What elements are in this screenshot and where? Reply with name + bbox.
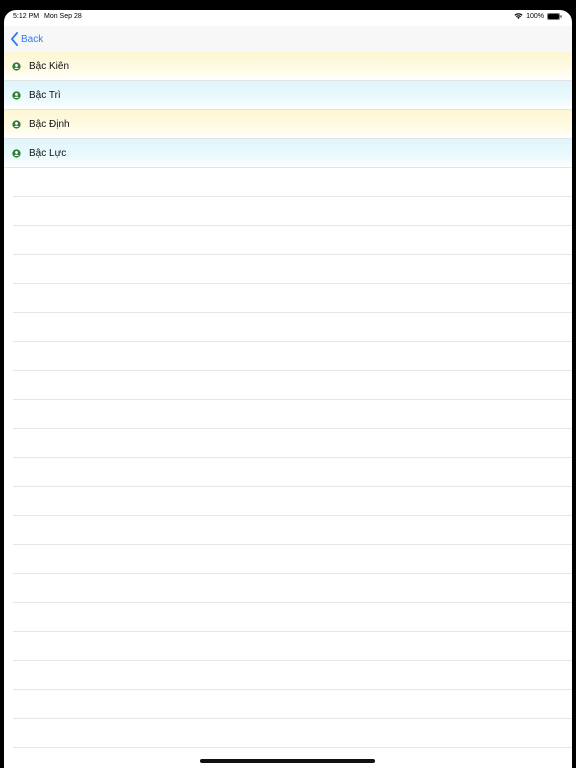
chevron-left-icon: [11, 32, 18, 46]
person-badge-icon: [12, 119, 21, 129]
empty-row: [4, 719, 572, 748]
empty-row: [4, 661, 572, 690]
person-badge-icon: [12, 90, 21, 100]
empty-row: [4, 632, 572, 661]
status-date: Mon Sep 28: [44, 13, 82, 20]
list-item-label: Bậc Trì: [29, 89, 61, 101]
empty-row: [4, 487, 572, 516]
person-badge-icon: [12, 61, 21, 71]
empty-row: [4, 168, 572, 197]
list-item[interactable]: Bậc Định: [4, 110, 572, 139]
empty-row: [4, 429, 572, 458]
status-bar: 5:12 PM Mon Sep 28 100%: [4, 10, 572, 26]
empty-row: [4, 574, 572, 603]
empty-row: [4, 342, 572, 371]
empty-row: [4, 255, 572, 284]
person-badge-icon: [12, 148, 21, 158]
level-list: Bậc Kiên Bậc Trì Bậc Định Bậc Lực: [4, 52, 572, 748]
empty-row: [4, 458, 572, 487]
battery-icon: [547, 12, 562, 20]
wifi-icon: [514, 13, 523, 19]
empty-row: [4, 284, 572, 313]
empty-row: [4, 226, 572, 255]
status-indicators: 100%: [514, 12, 562, 20]
navigation-bar: Back: [4, 26, 572, 52]
home-indicator[interactable]: [200, 759, 375, 763]
list-item-label: Bậc Lực: [29, 147, 67, 159]
back-label: Back: [21, 33, 44, 45]
app-screen: 5:12 PM Mon Sep 28 100% Back Bậc Kiên Bậ…: [4, 10, 572, 768]
empty-row: [4, 371, 572, 400]
list-item[interactable]: Bậc Trì: [4, 81, 572, 110]
empty-row: [4, 690, 572, 719]
empty-row: [4, 400, 572, 429]
list-item-label: Bậc Kiên: [29, 60, 70, 72]
empty-row: [4, 313, 572, 342]
list-item[interactable]: Bậc Lực: [4, 139, 572, 168]
empty-row: [4, 603, 572, 632]
battery-percent: 100%: [526, 12, 544, 20]
status-time: 5:12 PM: [13, 13, 40, 20]
empty-row: [4, 197, 572, 226]
empty-row: [4, 516, 572, 545]
list-item-label: Bậc Định: [29, 118, 70, 130]
back-button[interactable]: Back: [10, 30, 43, 48]
list-item[interactable]: Bậc Kiên: [4, 52, 572, 81]
empty-row: [4, 545, 572, 574]
